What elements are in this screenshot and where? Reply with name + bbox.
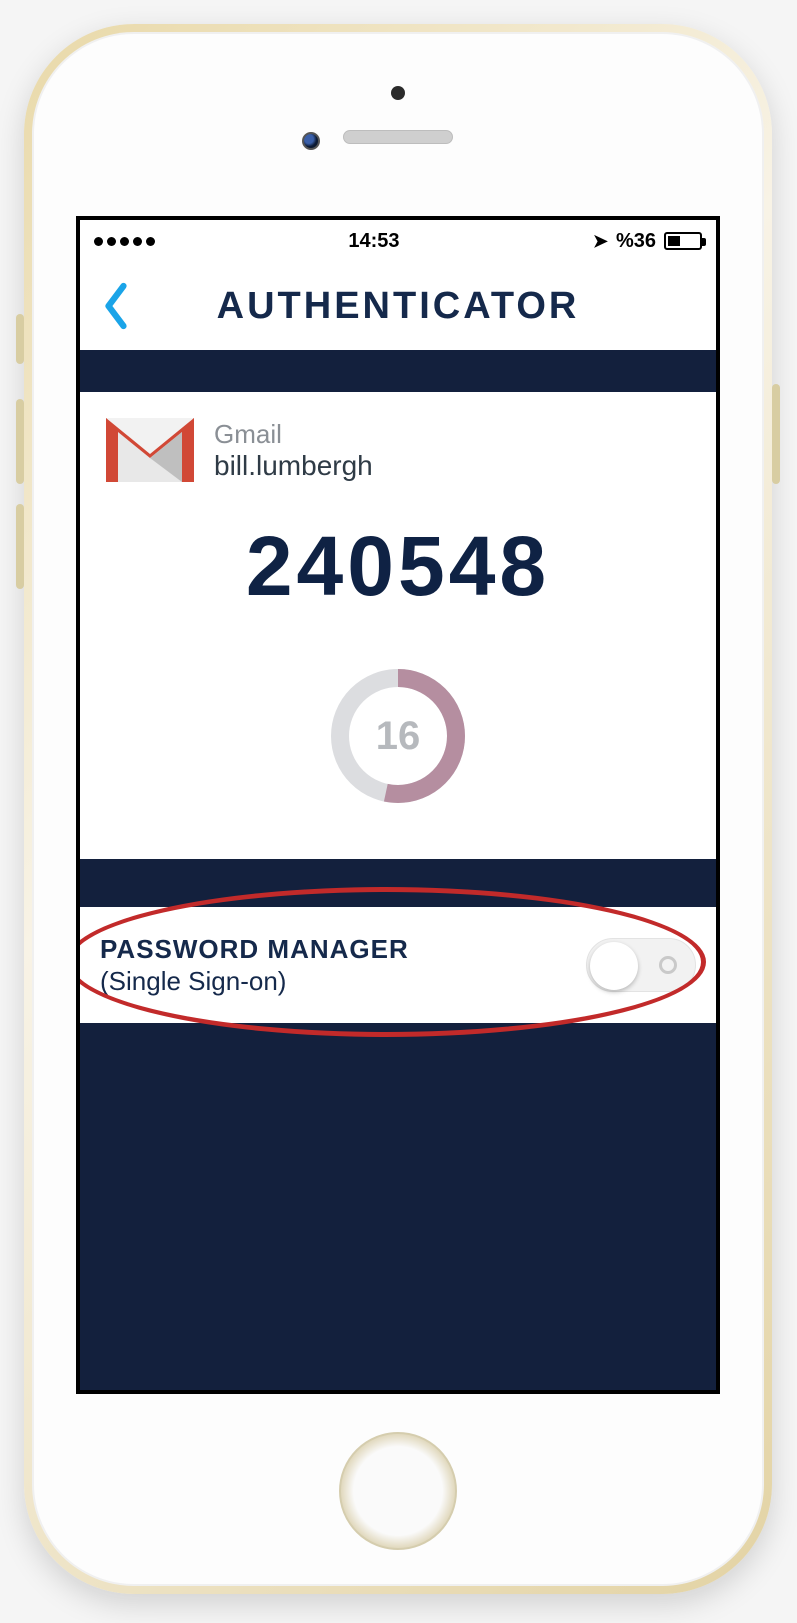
back-button[interactable] — [96, 281, 136, 331]
divider-band-mid — [80, 859, 716, 907]
bottom-fill — [80, 1023, 716, 1390]
password-manager-label: PASSWORD MANAGER — [100, 933, 409, 966]
volume-up-button — [16, 399, 24, 484]
account-row: Gmail bill.lumbergh — [106, 418, 690, 482]
account-card: Gmail bill.lumbergh 240548 16 — [80, 392, 716, 859]
account-service: Gmail — [214, 419, 373, 450]
divider-band-top — [80, 350, 716, 392]
nav-header: AUTHENTICATOR — [80, 262, 716, 350]
password-manager-row: PASSWORD MANAGER (Single Sign-on) — [80, 907, 716, 1023]
toggle-off-indicator — [659, 956, 677, 974]
phone-frame: 14:53 ➤ %36 AUTHENTICATOR — [24, 24, 772, 1594]
chevron-left-icon — [96, 281, 136, 331]
home-button[interactable] — [339, 1432, 457, 1550]
password-manager-sublabel: (Single Sign-on) — [100, 965, 409, 998]
top-sensor-dot — [391, 86, 405, 100]
page-title: AUTHENTICATOR — [80, 285, 716, 328]
toggle-knob — [590, 942, 638, 990]
auth-code: 240548 — [106, 518, 690, 615]
front-camera — [302, 132, 320, 150]
countdown-ring: 16 — [323, 661, 473, 811]
account-username: bill.lumbergh — [214, 450, 373, 482]
password-manager-toggle[interactable] — [586, 938, 696, 992]
battery-icon — [664, 232, 702, 250]
battery-percent: %36 — [616, 230, 656, 253]
mute-switch — [16, 314, 24, 364]
earpiece-speaker — [343, 130, 453, 144]
signal-dots-icon — [94, 237, 155, 246]
volume-down-button — [16, 504, 24, 589]
screen: 14:53 ➤ %36 AUTHENTICATOR — [76, 216, 720, 1394]
phone-body: 14:53 ➤ %36 AUTHENTICATOR — [32, 32, 764, 1586]
countdown-seconds: 16 — [323, 661, 473, 811]
power-button — [772, 384, 780, 484]
gmail-icon — [106, 418, 194, 482]
status-bar: 14:53 ➤ %36 — [80, 220, 716, 262]
location-arrow-icon: ➤ — [593, 231, 608, 252]
status-time: 14:53 — [348, 230, 399, 253]
